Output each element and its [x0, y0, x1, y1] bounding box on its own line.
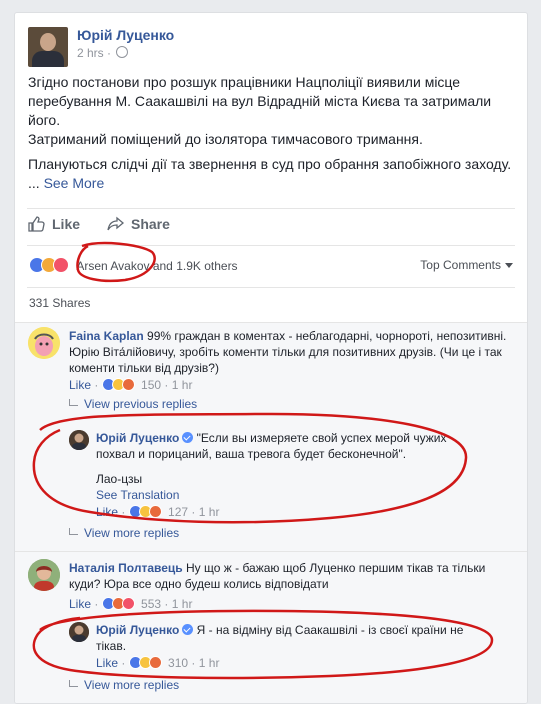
reaction-count[interactable]: 150	[141, 378, 161, 392]
post-paragraph: Згідно постанови про розшук працівники Н…	[28, 74, 492, 128]
reaction-count[interactable]: 553	[141, 597, 161, 611]
post-paragraph: Плануються слідчі дії та звернення в суд…	[28, 156, 512, 172]
comment-time[interactable]: 1 hr	[172, 378, 193, 392]
reaction-count[interactable]: 310	[168, 656, 188, 670]
post-body: Згідно постанови про розшук працівники Н…	[28, 73, 514, 193]
post-paragraph: Затриманий поміщений до ізолятора тимчас…	[28, 131, 423, 147]
caret-down-icon	[505, 263, 513, 268]
reply-author[interactable]: Юрій Луценко	[96, 431, 179, 445]
reply-like-link[interactable]: Like	[96, 656, 118, 670]
reply-arrow-icon	[69, 528, 78, 535]
reaction-count[interactable]: 127	[168, 505, 188, 519]
see-more-link[interactable]: See More	[44, 175, 105, 191]
love-reaction-icon	[121, 597, 135, 610]
reactor-name[interactable]: Arsen Avakov	[76, 259, 149, 273]
post-time[interactable]: 2 hrs	[77, 46, 104, 60]
reply-actions: Like · 127 · 1 hr	[96, 505, 220, 519]
comment-body: Faina Kaplan 99% граждан в коментах - не…	[69, 329, 507, 375]
globe-icon	[116, 46, 129, 58]
reply-body: Юрій Луценко "Если вы измеряете свой усп…	[96, 431, 447, 461]
like-button[interactable]: Like	[28, 216, 80, 232]
comment-author[interactable]: Наталія Полтавець	[69, 561, 183, 575]
post-author[interactable]: Юрій Луценко	[77, 27, 174, 43]
view-previous-replies-link[interactable]: View previous replies	[69, 397, 197, 411]
shares-count[interactable]: 331 Shares	[29, 296, 90, 310]
author-avatar[interactable]	[28, 27, 68, 67]
verified-badge-icon	[182, 624, 194, 635]
see-translation-link[interactable]: See Translation	[96, 487, 179, 503]
comment-actions: Like · 150 · 1 hr	[69, 378, 193, 392]
angry-reaction-icon	[148, 656, 162, 669]
angry-reaction-icon	[148, 505, 162, 518]
share-button[interactable]: Share	[107, 216, 170, 232]
comment-like-link[interactable]: Like	[69, 597, 91, 611]
love-reaction-icon	[53, 257, 69, 273]
comment-actions: Like · 553 · 1 hr	[69, 597, 193, 611]
commenter-avatar[interactable]	[28, 327, 60, 359]
reply-time[interactable]: 1 hr	[199, 505, 220, 519]
reply-arrow-icon	[69, 680, 78, 687]
reply-author-avatar[interactable]	[69, 430, 89, 450]
reaction-summary[interactable]: Arsen Avakov and 1.9K others	[29, 257, 238, 273]
reply-body: Юрій Луценко Я - на відміну від Саакашві…	[96, 623, 464, 653]
post-card: Юрій Луценко 2 hrs · Згідно постанови пр…	[14, 12, 528, 704]
verified-badge-icon	[182, 432, 194, 443]
reply-arrow-icon	[69, 399, 78, 406]
commenter-avatar[interactable]	[28, 559, 60, 591]
view-more-replies-link[interactable]: View more replies	[69, 678, 179, 692]
reply-author-avatar[interactable]	[69, 622, 89, 642]
comment-author[interactable]: Faina Kaplan	[69, 329, 144, 343]
thumbs-up-icon	[28, 216, 46, 232]
angry-reaction-icon	[121, 378, 135, 391]
reply-signature: Лао-цзы	[96, 472, 143, 486]
comment-time[interactable]: 1 hr	[172, 597, 193, 611]
comment-body: Наталія Полтавець Ну що ж - бажаю щоб Лу…	[69, 561, 486, 591]
comment-like-link[interactable]: Like	[69, 378, 91, 392]
reply-author[interactable]: Юрій Луценко	[96, 623, 179, 637]
post-meta: 2 hrs ·	[77, 46, 129, 60]
view-more-replies-link[interactable]: View more replies	[69, 526, 179, 540]
share-icon	[107, 216, 125, 232]
reply-time[interactable]: 1 hr	[199, 656, 220, 670]
comment-sort-dropdown[interactable]: Top Comments	[420, 258, 513, 272]
reply-actions: Like · 310 · 1 hr	[96, 656, 220, 670]
reply-like-link[interactable]: Like	[96, 505, 118, 519]
